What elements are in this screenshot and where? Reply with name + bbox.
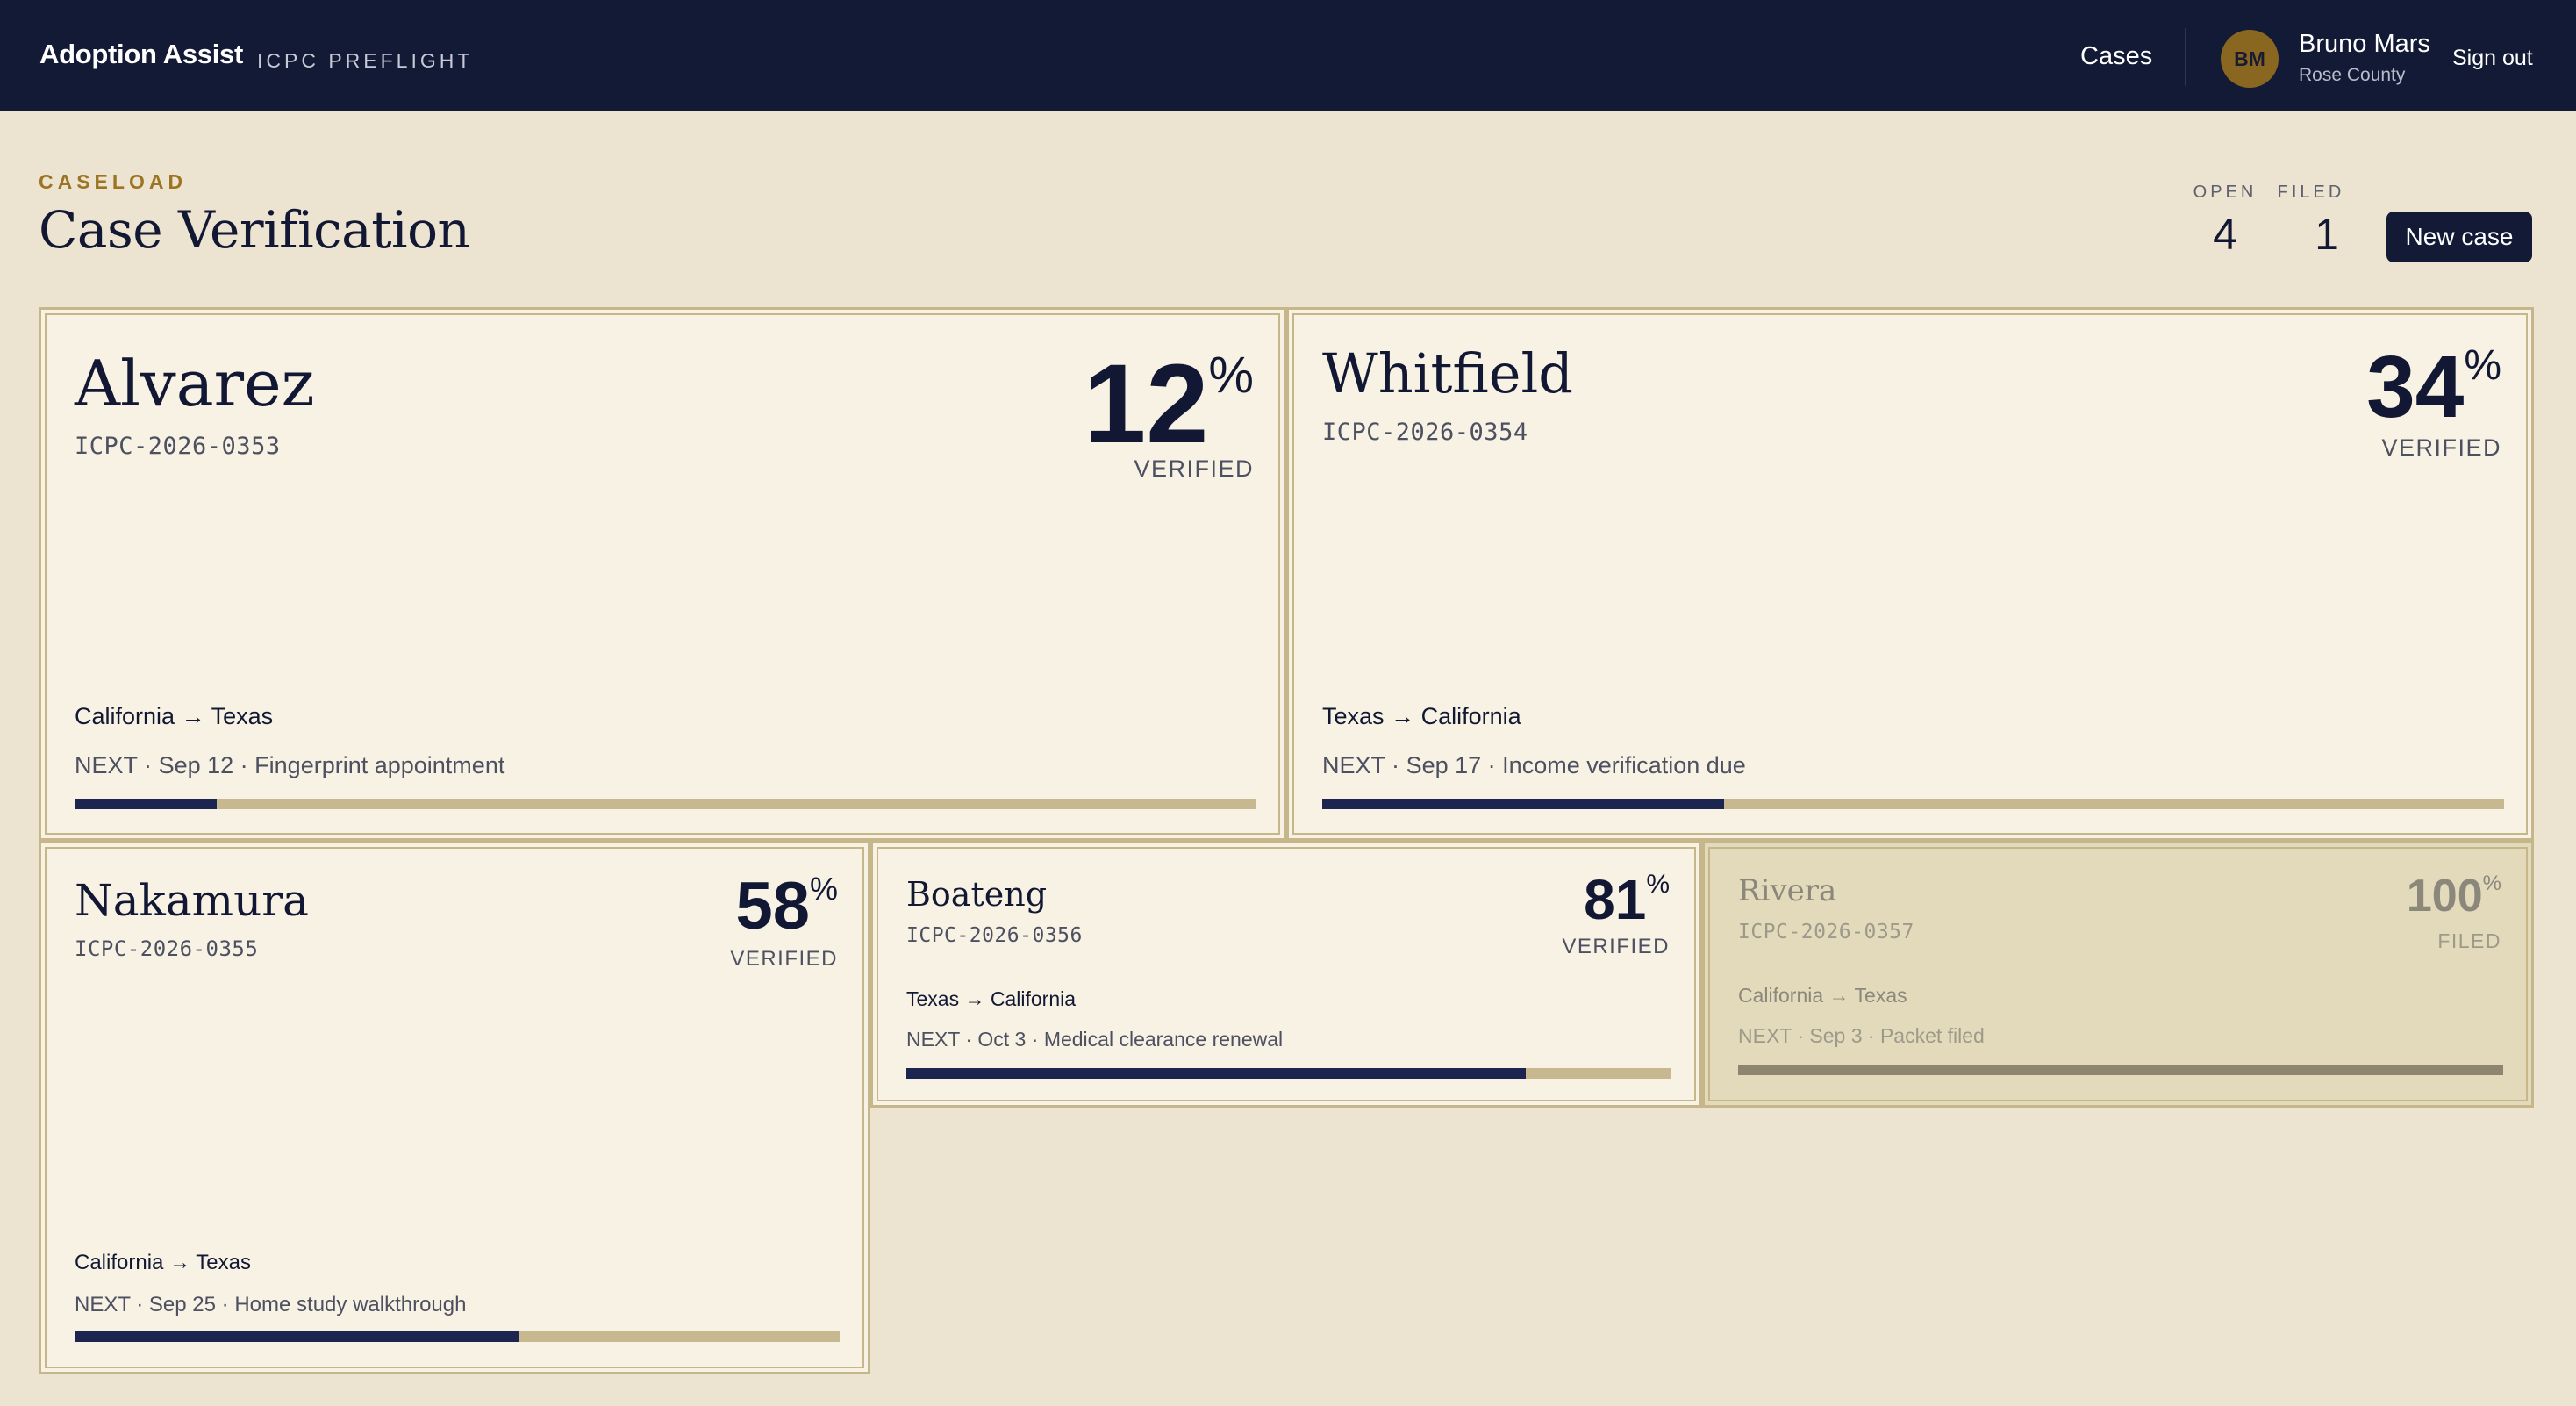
progress-bar: [1738, 1065, 2503, 1075]
case-name: Rivera: [1738, 873, 1837, 908]
route: California → Texas: [1738, 984, 1907, 1007]
top-nav-bar: Adoption Assist ICPC PREFLIGHT Cases BM …: [0, 0, 2576, 111]
product-name: ICPC PREFLIGHT: [257, 49, 474, 72]
verified-percent: 58%: [735, 869, 838, 943]
route: Texas → California: [1322, 703, 1521, 729]
case-card-boateng[interactable]: Boateng ICPC-2026-0356 81% VERIFIED Texa…: [870, 841, 1702, 1108]
next-step: NEXT · Sep 3 · Packet filed: [1738, 1024, 1985, 1047]
case-card-whitfield[interactable]: Whitfield ICPC-2026-0354 34% VERIFIED Te…: [1286, 307, 2534, 841]
section-eyebrow: CASELOAD: [39, 170, 188, 193]
verified-label: VERIFIED: [1134, 456, 1254, 482]
progress-fill: [75, 799, 217, 809]
verified-label: VERIFIED: [2381, 434, 2501, 461]
progress-fill: [1738, 1065, 2503, 1075]
next-step: NEXT · Sep 25 · Home study walkthrough: [75, 1293, 467, 1316]
case-name: Boateng: [906, 875, 1048, 914]
case-id: ICPC-2026-0356: [906, 924, 1083, 947]
progress-bar: [75, 1331, 840, 1342]
new-case-button[interactable]: New case: [2386, 212, 2532, 262]
filed-count-label: FILED: [2277, 183, 2345, 202]
sign-out-link[interactable]: Sign out: [2452, 46, 2533, 71]
next-step: NEXT · Sep 12 · Fingerprint appointment: [75, 752, 505, 778]
progress-bar: [1322, 799, 2504, 809]
case-name: Whitfield: [1322, 341, 1573, 405]
verified-percent: 12%: [1084, 341, 1254, 467]
route: California → Texas: [75, 1251, 251, 1274]
user-county: Rose County: [2299, 65, 2406, 85]
verified-label: VERIFIED: [1562, 935, 1670, 958]
case-card-alvarez[interactable]: Alvarez ICPC-2026-0353 12% VERIFIED Cali…: [39, 307, 1286, 841]
progress-fill: [75, 1331, 519, 1342]
progress-bar: [75, 799, 1256, 809]
nav-divider: [2185, 28, 2186, 86]
next-step: NEXT · Oct 3 · Medical clearance renewal: [906, 1028, 1284, 1051]
route: California → Texas: [75, 703, 274, 729]
case-id: ICPC-2026-0354: [1322, 419, 1528, 446]
user-name: Bruno Mars: [2299, 30, 2430, 58]
brand-name[interactable]: Adoption Assist: [39, 39, 243, 70]
filed-count-value: 1: [2315, 210, 2339, 259]
nav-link-cases[interactable]: Cases: [2080, 42, 2152, 71]
next-step: NEXT · Sep 17 · Income verification due: [1322, 752, 1746, 778]
verified-percent: 81%: [1584, 868, 1670, 931]
case-id: ICPC-2026-0353: [75, 433, 281, 460]
verified-percent: 34%: [2366, 338, 2501, 436]
verified-label: VERIFIED: [730, 947, 838, 971]
open-count-value: 4: [2213, 210, 2237, 259]
case-card-nakamura[interactable]: Nakamura ICPC-2026-0355 58% VERIFIED Cal…: [39, 841, 870, 1374]
route: Texas → California: [906, 987, 1077, 1010]
page-title: Case Verification: [39, 200, 470, 260]
case-name: Alvarez: [75, 347, 315, 420]
case-id: ICPC-2026-0357: [1738, 921, 1914, 943]
case-id: ICPC-2026-0355: [75, 936, 259, 961]
filed-label: FILED: [2437, 929, 2501, 952]
filed-percent: 100%: [2406, 871, 2501, 922]
case-card-rivera[interactable]: Rivera ICPC-2026-0357 100% FILED Califor…: [1702, 841, 2534, 1108]
progress-bar: [906, 1068, 1671, 1079]
case-name: Nakamura: [75, 875, 309, 926]
avatar[interactable]: BM: [2221, 30, 2279, 88]
progress-fill: [1322, 799, 1724, 809]
progress-fill: [906, 1068, 1527, 1079]
